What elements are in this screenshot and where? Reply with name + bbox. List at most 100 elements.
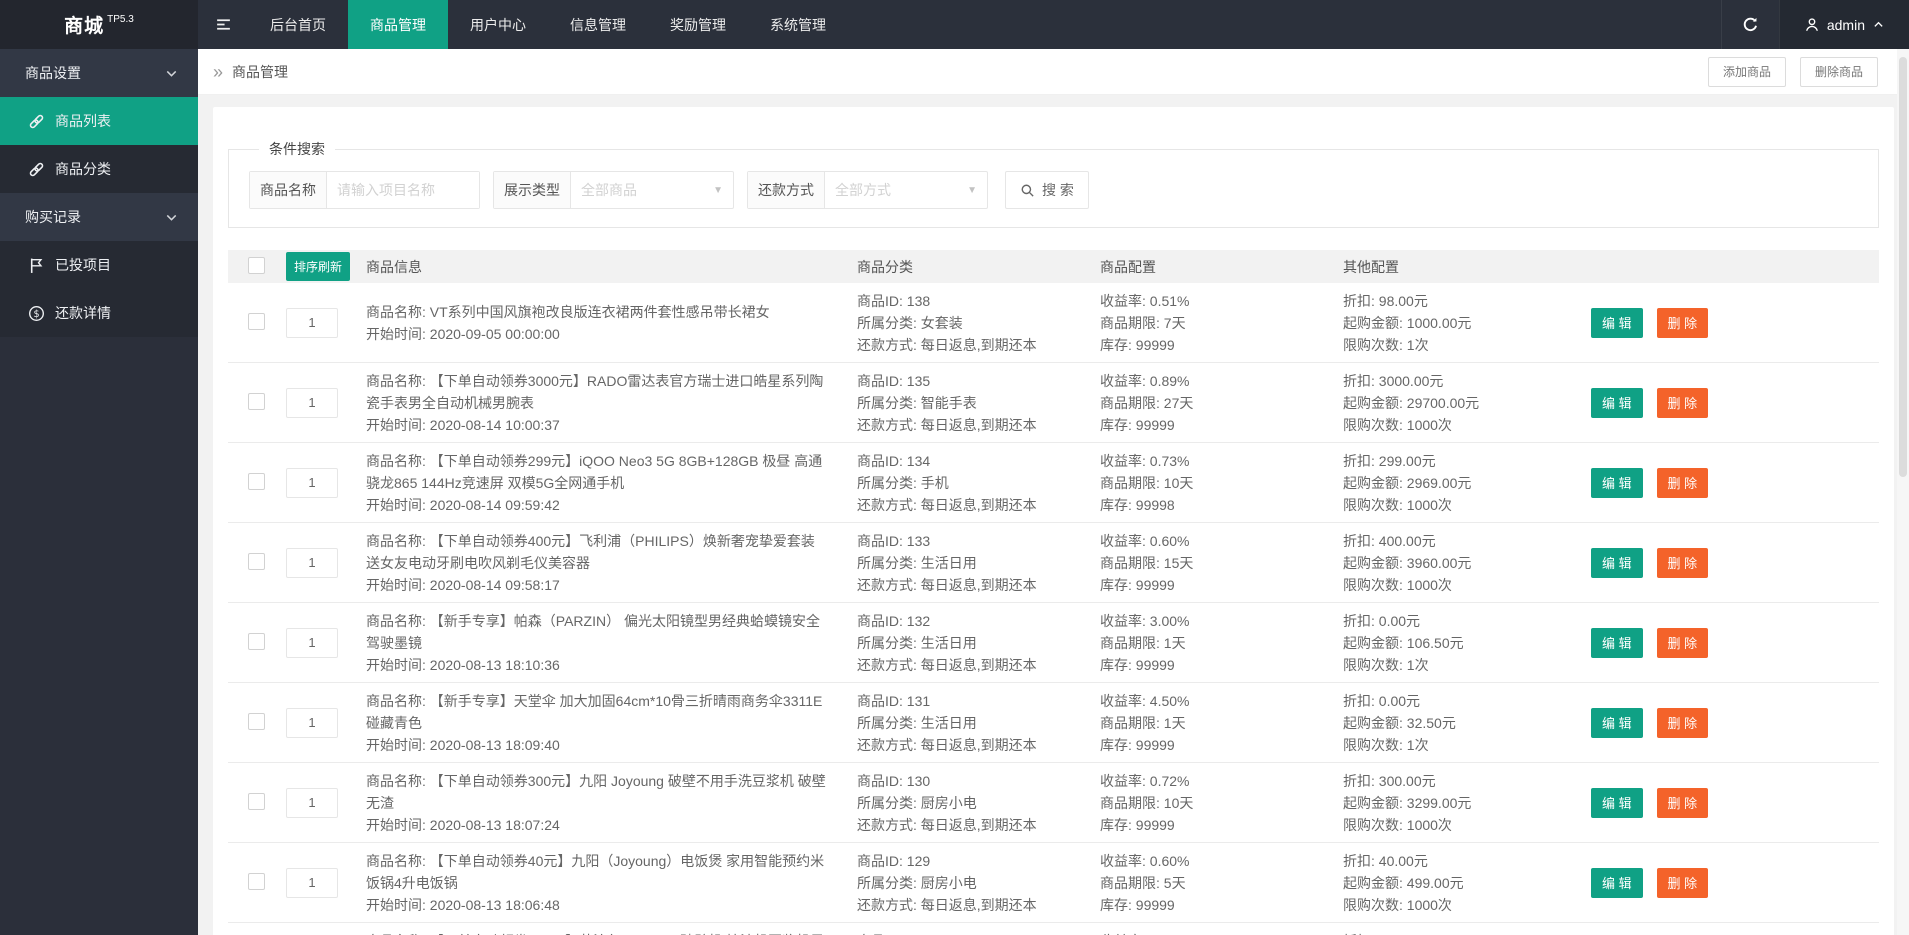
edit-button[interactable]: 编 辑 <box>1591 708 1643 738</box>
delete-button[interactable]: 删 除 <box>1657 788 1709 818</box>
repay-method: 每日返息,到期还本 <box>921 417 1037 433</box>
breadcrumb: 商品管理 <box>232 62 288 82</box>
edit-button[interactable]: 编 辑 <box>1591 388 1643 418</box>
sidebar-item-invested-projects[interactable]: 已投项目 <box>0 241 198 289</box>
start-time: 2020-08-13 18:09:40 <box>430 737 560 753</box>
nav-tab-home[interactable]: 后台首页 <box>248 0 348 49</box>
delete-button[interactable]: 删 除 <box>1657 628 1709 658</box>
column-header-other: 其他配置 <box>1343 257 1591 277</box>
delete-button[interactable]: 删 除 <box>1657 468 1709 498</box>
nav-tab-label: 系统管理 <box>770 15 826 35</box>
product-config-cell: 收益率: 0.51% 商品期限: 7天 库存: 99999 <box>1100 290 1343 356</box>
product-period: 10天 <box>1164 795 1194 811</box>
delete-product-button[interactable]: 删除商品 <box>1800 57 1878 87</box>
delete-button[interactable]: 删 除 <box>1657 388 1709 418</box>
discount: 0.00元 <box>1379 613 1420 629</box>
stock: 99998 <box>1136 497 1175 513</box>
stock: 99999 <box>1136 897 1175 913</box>
edit-button[interactable]: 编 辑 <box>1591 468 1643 498</box>
row-checkbox[interactable] <box>248 793 265 810</box>
product-name-input[interactable] <box>327 172 479 208</box>
select-all-checkbox[interactable] <box>248 257 265 274</box>
discount: 299.00元 <box>1379 453 1436 469</box>
page-scrollbar[interactable] <box>1897 49 1909 935</box>
sidebar-item-repayment-details[interactable]: 还款详情 <box>0 289 198 337</box>
yield-rate: 0.51% <box>1150 293 1190 309</box>
product-table: 排序刷新 商品信息 商品分类 商品配置 其他配置 商品名称: VT系列中国风旗袍… <box>228 250 1879 935</box>
chevron-down-icon <box>164 66 179 81</box>
repay-method: 每日返息,到期还本 <box>921 577 1037 593</box>
other-config-cell: 折扣: 98.00元 起购金额: 1000.00元 限购次数: 1次 <box>1343 290 1591 356</box>
sidebar-item-label: 商品列表 <box>55 111 111 131</box>
search-button[interactable]: 搜 索 <box>1005 171 1089 209</box>
row-checkbox[interactable] <box>248 313 265 330</box>
sort-order-input[interactable] <box>286 388 338 418</box>
other-config-cell: 折扣: 3000.00元 起购金额: 29700.00元 限购次数: 1000次 <box>1343 370 1591 436</box>
sort-order-input[interactable] <box>286 548 338 578</box>
delete-button[interactable]: 删 除 <box>1657 308 1709 338</box>
product-name: 【下单自动领券400元】飞利浦（PHILIPS）焕新奢宠挚爱套装 送女友电动牙刷… <box>366 533 815 571</box>
user-menu[interactable]: admin <box>1779 0 1909 49</box>
sidebar-item-goods-settings[interactable]: 商品设置 <box>0 49 198 97</box>
other-config-cell: 折扣: 0.00元 起购金额: 106.50元 限购次数: 1次 <box>1343 610 1591 676</box>
sidebar-item-goods-category[interactable]: 商品分类 <box>0 145 198 193</box>
row-actions-cell: 编 辑 删 除 <box>1591 788 1879 818</box>
product-config-cell: 收益率: 0.73% 商品期限: 10天 库存: 99998 <box>1100 450 1343 516</box>
sidebar-item-purchase-records[interactable]: 购买记录 <box>0 193 198 241</box>
row-checkbox[interactable] <box>248 553 265 570</box>
nav-tab-info[interactable]: 信息管理 <box>548 0 648 49</box>
search-icon <box>1020 183 1035 198</box>
nav-tab-reward[interactable]: 奖励管理 <box>648 0 748 49</box>
row-checkbox[interactable] <box>248 713 265 730</box>
table-row: 商品名称: 【新手专享】天堂伞 加大加固64cm*10骨三折晴雨商务伞3311E… <box>228 683 1879 763</box>
link-icon <box>28 161 45 178</box>
repay-method-select[interactable]: 全部方式 ▼ <box>825 172 987 208</box>
sidebar-toggle-button[interactable] <box>198 0 248 49</box>
add-product-button[interactable]: 添加商品 <box>1708 57 1786 87</box>
sort-order-input[interactable] <box>286 308 338 338</box>
row-checkbox[interactable] <box>248 633 265 650</box>
display-type-select[interactable]: 全部商品 ▼ <box>571 172 733 208</box>
product-name: 【下单自动领券299元】iQOO Neo3 5G 8GB+128GB 极昼 高通… <box>366 453 822 491</box>
nav-tab-goods[interactable]: 商品管理 <box>348 0 448 49</box>
sort-order-input[interactable] <box>286 868 338 898</box>
edit-button[interactable]: 编 辑 <box>1591 788 1643 818</box>
nav-tab-system[interactable]: 系统管理 <box>748 0 848 49</box>
edit-button[interactable]: 编 辑 <box>1591 868 1643 898</box>
sort-order-input[interactable] <box>286 628 338 658</box>
stock: 99999 <box>1136 577 1175 593</box>
delete-button[interactable]: 删 除 <box>1657 708 1709 738</box>
delete-button[interactable]: 删 除 <box>1657 548 1709 578</box>
row-checkbox[interactable] <box>248 393 265 410</box>
min-purchase: 3299.00元 <box>1407 795 1472 811</box>
product-name: 【下单自动领券300元】九阳 Joyoung 破壁不用手洗豆浆机 破壁无渣 <box>366 773 826 811</box>
product-config-cell: 收益率: 3.00% 商品期限: 1天 库存: 99999 <box>1100 610 1343 676</box>
product-info-cell: 商品名称: VT系列中国风旗袍改良版连衣裙两件套性感吊带长裙女 开始时间: 20… <box>352 301 857 345</box>
edit-button[interactable]: 编 辑 <box>1591 308 1643 338</box>
row-actions-cell: 编 辑 删 除 <box>1591 548 1879 578</box>
edit-button[interactable]: 编 辑 <box>1591 628 1643 658</box>
sort-refresh-button[interactable]: 排序刷新 <box>286 252 350 281</box>
other-config-cell: 折扣: 299.00元 起购金额: 2969.00元 限购次数: 1000次 <box>1343 450 1591 516</box>
yield-rate: 0.89% <box>1150 373 1190 389</box>
refresh-button[interactable] <box>1721 0 1779 49</box>
table-row: 商品名称: 【下单自动领券400元】飞利浦（PHILIPS）焕新奢宠挚爱套装 送… <box>228 523 1879 603</box>
top-nav-tabs: 后台首页 商品管理 用户中心 信息管理 奖励管理 系统管理 <box>248 0 848 49</box>
product-name-group: 商品名称 <box>249 171 480 209</box>
product-category-cell: 商品ID: 132 所属分类: 生活日用 还款方式: 每日返息,到期还本 <box>857 610 1100 676</box>
row-checkbox[interactable] <box>248 473 265 490</box>
repay-method: 每日返息,到期还本 <box>921 497 1037 513</box>
product-config-cell: 收益率: 0.89% 商品期限: 27天 库存: 99999 <box>1100 370 1343 436</box>
edit-button[interactable]: 编 辑 <box>1591 548 1643 578</box>
sort-order-input[interactable] <box>286 788 338 818</box>
nav-tab-user[interactable]: 用户中心 <box>448 0 548 49</box>
discount: 0.00元 <box>1379 693 1420 709</box>
product-period: 27天 <box>1164 395 1194 411</box>
sort-order-input[interactable] <box>286 468 338 498</box>
sidebar-item-goods-list[interactable]: 商品列表 <box>0 97 198 145</box>
sort-order-input[interactable] <box>286 708 338 738</box>
scrollbar-thumb[interactable] <box>1899 57 1907 477</box>
delete-button[interactable]: 删 除 <box>1657 868 1709 898</box>
product-name: 【下单自动领券3000元】RADO雷达表官方瑞士进口皓星系列陶瓷手表男全自动机械… <box>366 373 823 411</box>
row-checkbox[interactable] <box>248 873 265 890</box>
